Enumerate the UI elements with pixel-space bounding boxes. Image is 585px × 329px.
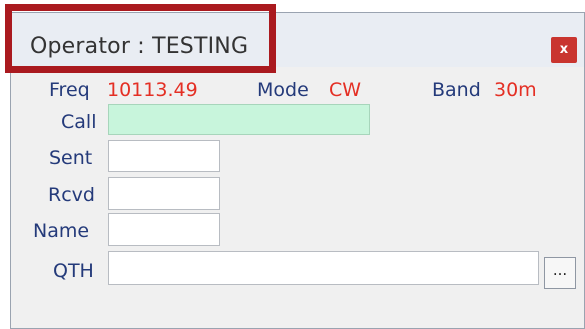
qth-label: QTH — [53, 260, 94, 282]
close-icon: x — [559, 42, 569, 57]
sent-input[interactable] — [109, 141, 219, 171]
rcvd-input[interactable] — [109, 178, 219, 209]
name-input[interactable] — [109, 214, 219, 245]
freq-label: Freq — [49, 79, 90, 101]
call-label: Call — [61, 111, 97, 133]
mode-value: CW — [329, 79, 362, 101]
sent-label: Sent — [49, 147, 93, 169]
call-input[interactable] — [109, 105, 369, 134]
name-field[interactable] — [108, 213, 220, 246]
mode-label: Mode — [257, 79, 309, 101]
qth-field[interactable] — [108, 251, 539, 285]
freq-value: 10113.49 — [107, 79, 198, 101]
call-field[interactable] — [108, 104, 370, 135]
title-highlight-box — [5, 4, 276, 73]
close-button[interactable]: x — [551, 37, 577, 63]
band-value: 30m — [494, 79, 537, 101]
rcvd-field[interactable] — [108, 177, 220, 210]
qth-input[interactable] — [109, 252, 538, 284]
sent-field[interactable] — [108, 140, 220, 172]
name-label: Name — [33, 220, 90, 242]
ellipsis-icon: ... — [552, 261, 568, 279]
band-label: Band — [432, 79, 481, 101]
qth-lookup-button[interactable]: ... — [544, 257, 576, 289]
rcvd-label: Rcvd — [48, 184, 95, 206]
